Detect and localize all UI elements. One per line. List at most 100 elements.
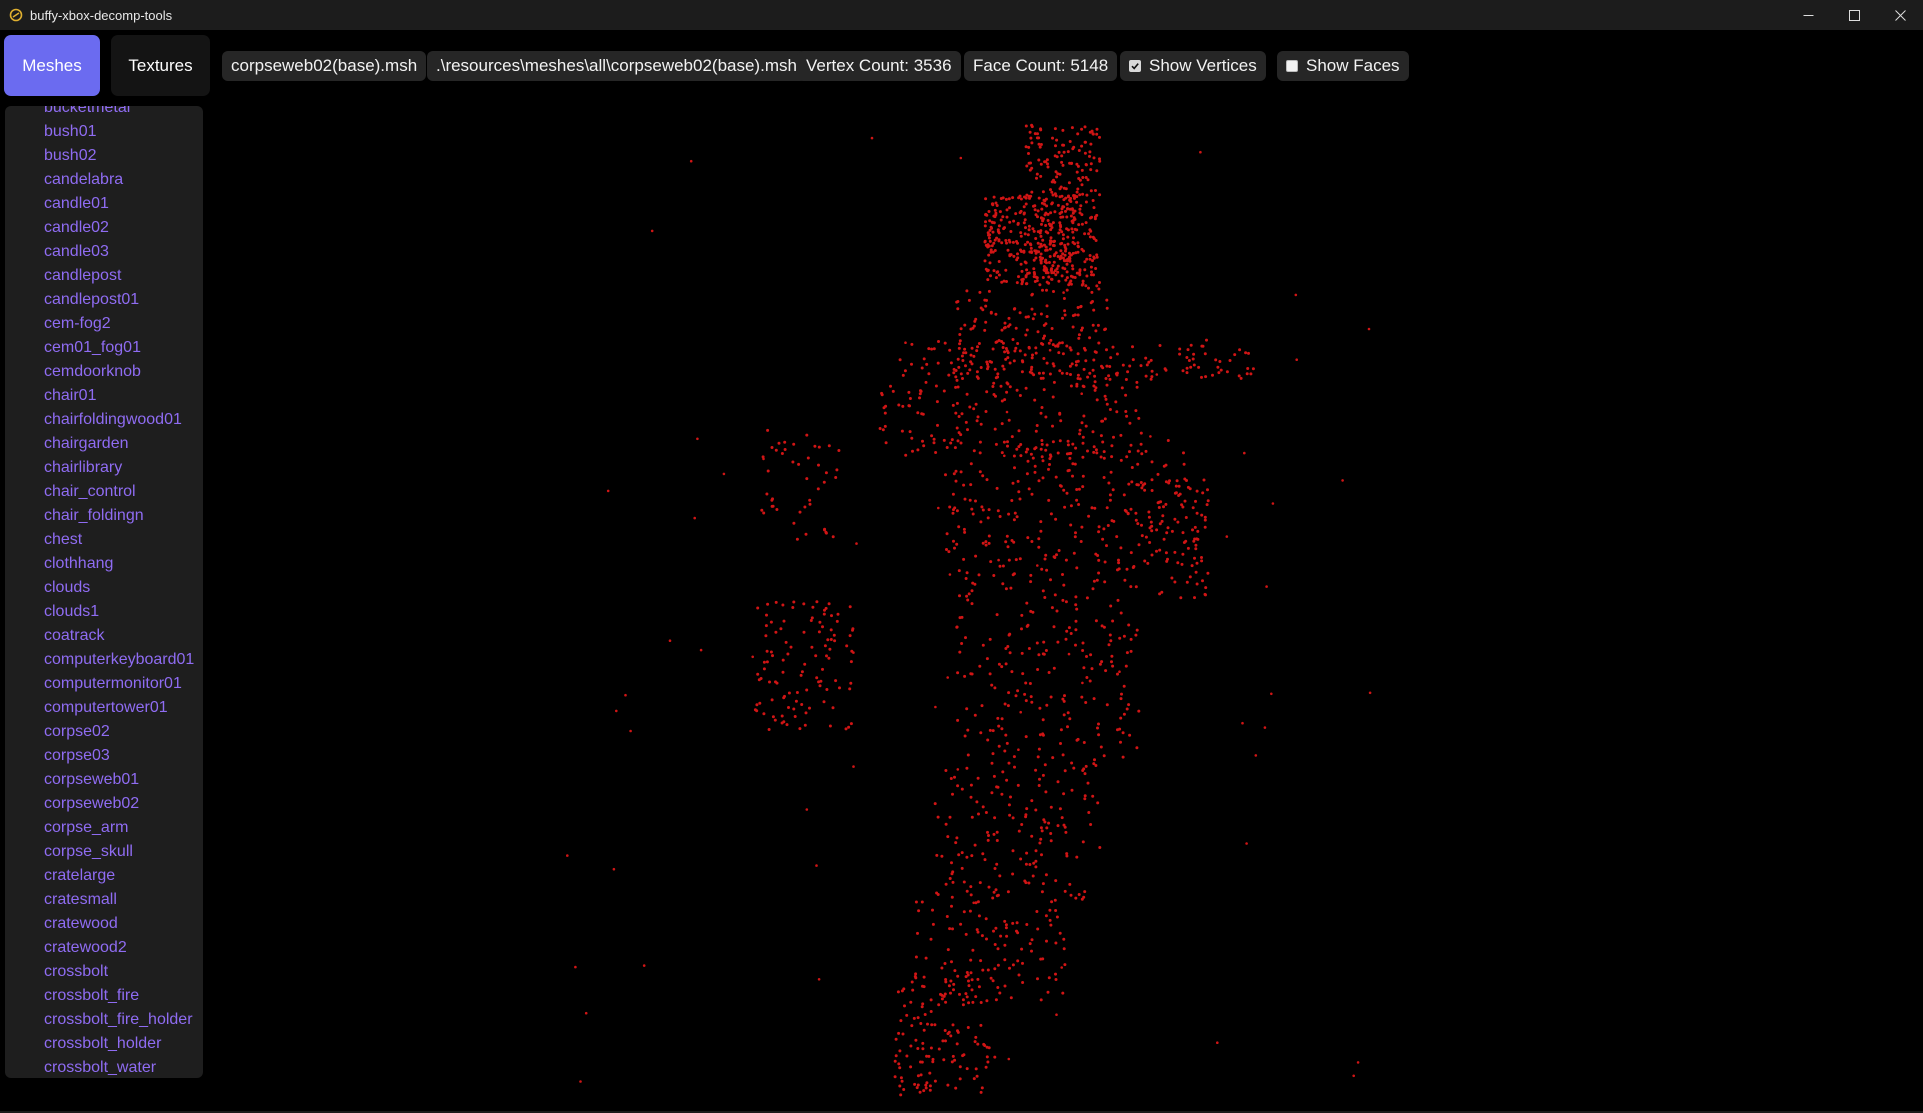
vertex-point xyxy=(1027,161,1031,165)
vertex-point xyxy=(1010,539,1014,542)
vertex-point xyxy=(996,893,1000,897)
mesh-list-item[interactable]: computerkeyboard01 xyxy=(5,648,203,672)
vertex-point xyxy=(1092,697,1096,701)
mesh-list-item[interactable]: corpse_skull xyxy=(5,840,203,864)
vertex-point xyxy=(996,230,1000,233)
mesh-list-item[interactable]: crossbolt_holder xyxy=(5,1032,203,1056)
vertex-point xyxy=(783,694,786,698)
vertex-point xyxy=(764,634,768,638)
vertex-point xyxy=(1046,231,1050,235)
vertex-point xyxy=(922,975,926,979)
mesh-list-item[interactable]: corpse03 xyxy=(5,744,203,768)
mesh-viewport[interactable] xyxy=(210,100,1923,1113)
checkbox-checked-icon[interactable] xyxy=(1129,60,1141,72)
app-window: buffy-xbox-decomp-tools Meshes Textures … xyxy=(0,0,1923,1113)
mesh-list-item[interactable]: chair01 xyxy=(5,384,203,408)
vertex-point xyxy=(1175,479,1179,483)
tab-textures[interactable]: Textures xyxy=(111,35,210,96)
vertex-point xyxy=(978,290,982,294)
vertex-point xyxy=(1054,972,1057,976)
show-faces-toggle[interactable]: Show Faces xyxy=(1277,51,1409,81)
vertex-point xyxy=(1241,721,1244,725)
mesh-list-item[interactable]: chairlibrary xyxy=(5,456,203,480)
mesh-list-item[interactable]: cemdoorknob xyxy=(5,360,203,384)
vertex-point xyxy=(1012,572,1016,576)
mesh-list-item[interactable]: cratewood xyxy=(5,912,203,936)
mesh-list-item[interactable]: candle01 xyxy=(5,192,203,216)
mesh-list-item[interactable]: clothhang xyxy=(5,552,203,576)
vertex-point xyxy=(1244,351,1248,355)
vertex-point xyxy=(1203,515,1207,519)
vertex-point xyxy=(991,752,995,756)
mesh-list-item[interactable]: crossbolt_water xyxy=(5,1056,203,1078)
mesh-list-item[interactable]: bush02 xyxy=(5,144,203,168)
mesh-list-item[interactable]: crossbolt_fire_holder xyxy=(5,1008,203,1032)
mesh-list-item[interactable]: crossbolt xyxy=(5,960,203,984)
vertex-point xyxy=(957,415,961,418)
mesh-list-item[interactable]: bush01 xyxy=(5,120,203,144)
mesh-list-item[interactable]: corpseweb01 xyxy=(5,768,203,792)
vertex-point xyxy=(1039,234,1043,238)
close-button[interactable] xyxy=(1877,0,1923,30)
maximize-button[interactable] xyxy=(1831,0,1877,30)
mesh-list-panel[interactable]: bucketmetal bush01 bush02 candelabra candle0… xyxy=(5,106,203,1078)
vertex-point xyxy=(1080,183,1084,187)
vertex-point xyxy=(965,971,969,974)
mesh-list-item[interactable]: chairgarden xyxy=(5,432,203,456)
vertex-point xyxy=(1185,580,1189,584)
vertex-point xyxy=(997,273,1001,277)
mesh-list-item[interactable]: bucketmetal xyxy=(5,106,203,120)
vertex-point xyxy=(1050,606,1054,610)
mesh-list-item[interactable]: computertower01 xyxy=(5,696,203,720)
vertex-point xyxy=(1033,464,1037,468)
minimize-button[interactable] xyxy=(1785,0,1831,30)
vertex-point xyxy=(944,769,948,772)
mesh-list-item[interactable]: chair_control xyxy=(5,480,203,504)
vertex-point xyxy=(1135,746,1139,750)
mesh-list-item[interactable]: clouds1 xyxy=(5,600,203,624)
vertex-point xyxy=(1041,882,1045,886)
mesh-list-item[interactable]: corpse_arm xyxy=(5,816,203,840)
mesh-list-item[interactable]: cratesmall xyxy=(5,888,203,912)
checkbox-unchecked-icon[interactable] xyxy=(1286,60,1298,72)
vertex-point xyxy=(1029,368,1033,371)
vertex-point xyxy=(836,612,840,616)
vertex-point xyxy=(765,492,769,496)
mesh-list-item[interactable]: corpseweb02 xyxy=(5,792,203,816)
mesh-list-item[interactable]: candlepost xyxy=(5,264,203,288)
vertex-point xyxy=(913,1082,917,1086)
mesh-list-item[interactable]: cem-fog2 xyxy=(5,312,203,336)
vertex-point xyxy=(1137,416,1141,420)
mesh-list-item[interactable]: candlepost01 xyxy=(5,288,203,312)
tab-meshes[interactable]: Meshes xyxy=(4,35,100,96)
vertex-point xyxy=(1195,561,1199,565)
mesh-list-item[interactable]: clouds xyxy=(5,576,203,600)
mesh-list-item[interactable]: corpse02 xyxy=(5,720,203,744)
mesh-list-item[interactable]: cratelarge xyxy=(5,864,203,888)
vertex-point xyxy=(1088,679,1092,683)
vertex-point xyxy=(1045,280,1049,284)
mesh-list-item[interactable]: coatrack xyxy=(5,624,203,648)
mesh-list-item[interactable]: crossbolt_fire xyxy=(5,984,203,1008)
mesh-list-item[interactable]: computermonitor01 xyxy=(5,672,203,696)
mesh-list-item[interactable]: cem01_fog01 xyxy=(5,336,203,360)
vertex-point xyxy=(960,642,964,645)
vertex-point xyxy=(1076,306,1080,309)
vertex-point xyxy=(1029,136,1033,140)
vertex-point xyxy=(1072,145,1076,149)
vertex-point xyxy=(994,926,998,930)
vertex-point xyxy=(1005,280,1008,283)
vertex-point xyxy=(1012,219,1016,223)
show-vertices-toggle[interactable]: Show Vertices xyxy=(1120,51,1266,81)
vertex-point xyxy=(951,927,954,931)
mesh-list-item[interactable]: candle02 xyxy=(5,216,203,240)
vertex-point xyxy=(984,540,988,544)
mesh-list-item[interactable]: cratewood2 xyxy=(5,936,203,960)
vertex-point xyxy=(1058,439,1062,443)
vertex-point xyxy=(961,998,965,1002)
mesh-list-item[interactable]: candle03 xyxy=(5,240,203,264)
mesh-list-item[interactable]: candelabra xyxy=(5,168,203,192)
mesh-list-item[interactable]: chest xyxy=(5,528,203,552)
mesh-list-item[interactable]: chair_foldingn xyxy=(5,504,203,528)
mesh-list-item[interactable]: chairfoldingwood01 xyxy=(5,408,203,432)
